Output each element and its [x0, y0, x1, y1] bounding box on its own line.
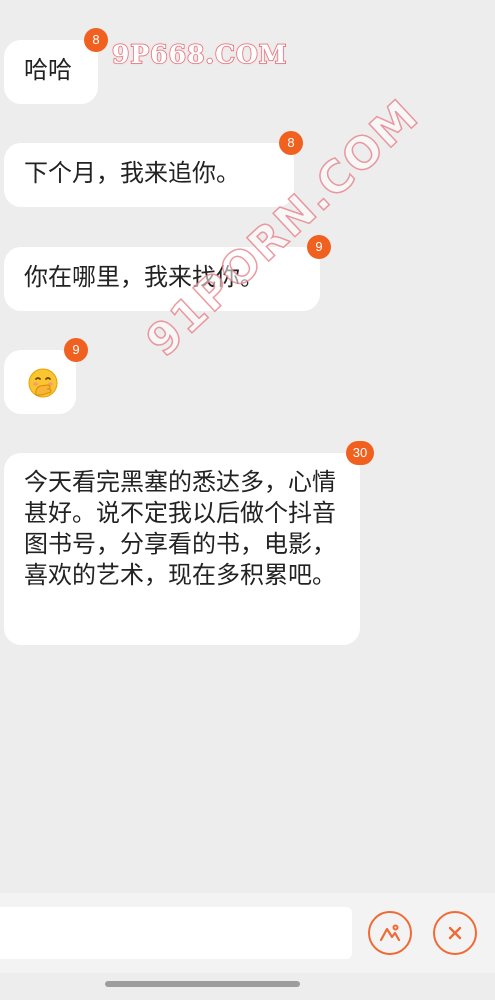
message-text: 下个月，我来追你。: [24, 159, 240, 187]
input-bar: [0, 893, 495, 973]
count-badge: 9: [64, 338, 88, 362]
count-badge: 8: [84, 28, 108, 52]
count-badge: 9: [307, 235, 331, 259]
chat-screen: 哈哈 8 下个月，我来追你。 8 你在哪里，我来找你。 9 9 今天看完黑塞的悉…: [0, 0, 495, 1000]
watermark-top: 9P668.COM: [111, 39, 288, 70]
count-badge: 30: [346, 441, 374, 465]
message-bubble[interactable]: 哈哈: [4, 40, 98, 104]
message-bubble[interactable]: [4, 350, 76, 414]
face-with-hand-over-mouth-icon: [28, 368, 58, 398]
home-indicator[interactable]: [105, 981, 300, 987]
message-bubble[interactable]: 今天看完黑塞的悉达多，心情甚好。说不定我以后做个抖音图书号，分享看的书，电影，喜…: [4, 453, 360, 645]
image-button[interactable]: [368, 911, 412, 955]
message-input[interactable]: [0, 907, 352, 959]
image-icon: [379, 924, 401, 942]
count-badge: 8: [279, 131, 303, 155]
close-button[interactable]: [433, 911, 477, 955]
message-text: 哈哈: [24, 56, 72, 84]
close-icon: [448, 926, 462, 940]
message-bubble[interactable]: 下个月，我来追你。: [4, 143, 294, 207]
message-text: 今天看完黑塞的悉达多，心情甚好。说不定我以后做个抖音图书号，分享看的书，电影，喜…: [24, 468, 336, 589]
